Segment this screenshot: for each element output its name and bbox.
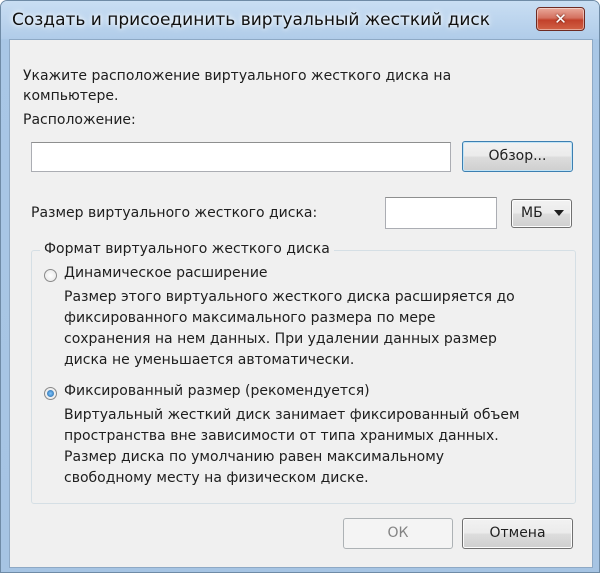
description-line: фиксированного максимального размера по … (64, 310, 436, 326)
description-line: Размер этого виртуального жесткого диска… (64, 289, 515, 305)
ok-button[interactable]: ОК (343, 518, 453, 549)
description-line: Виртуальный жесткий диск занимает фиксир… (64, 407, 520, 423)
format-groupbox: Формат виртуального жесткого диска Динам… (31, 241, 576, 504)
description-line: пространства вне зависимости от типа хра… (64, 428, 499, 444)
cancel-button[interactable]: Отмена (462, 518, 573, 549)
close-button[interactable]: ✕ (536, 7, 585, 31)
option-dynamic-label[interactable]: Динамическое расширение (64, 265, 268, 281)
size-input[interactable] (385, 197, 497, 229)
dialog-content: Укажите расположение виртуального жестко… (9, 39, 593, 568)
radio-fixed[interactable] (44, 387, 57, 400)
radio-selected-dot (47, 390, 54, 397)
dialog-window: Создать и присоединить виртуальный жестк… (0, 0, 600, 573)
chevron-down-icon (554, 210, 564, 216)
description-line: Размер диска по умолчанию равен максимал… (64, 449, 445, 465)
radio-dynamic[interactable] (44, 269, 57, 282)
window-title: Создать и присоединить виртуальный жестк… (12, 10, 491, 30)
description-line: диска не уменьшается автоматически. (64, 352, 355, 368)
option-dynamic-description: Размер этого виртуального жесткого диска… (64, 287, 515, 371)
location-label: Расположение: (23, 112, 136, 128)
browse-button[interactable]: Обзор... (462, 141, 573, 172)
size-unit-value: МБ (521, 205, 543, 221)
option-fixed-description: Виртуальный жесткий диск занимает фиксир… (64, 405, 520, 489)
location-input[interactable] (31, 142, 451, 172)
location-instruction: Укажите расположение виртуального жестко… (23, 68, 452, 104)
option-fixed-label[interactable]: Фиксированный размер (рекомендуется) (64, 383, 370, 399)
description-line: свободному месту на физическом диске. (64, 470, 369, 486)
close-icon: ✕ (554, 10, 567, 28)
format-legend: Формат виртуального жесткого диска (40, 241, 334, 257)
description-line: сохранения на нем данных. При удалении д… (64, 331, 497, 347)
size-unit-dropdown[interactable]: МБ (511, 199, 572, 228)
title-bar[interactable]: Создать и присоединить виртуальный жестк… (1, 1, 599, 39)
size-label: Размер виртуального жесткого диска: (31, 205, 318, 221)
